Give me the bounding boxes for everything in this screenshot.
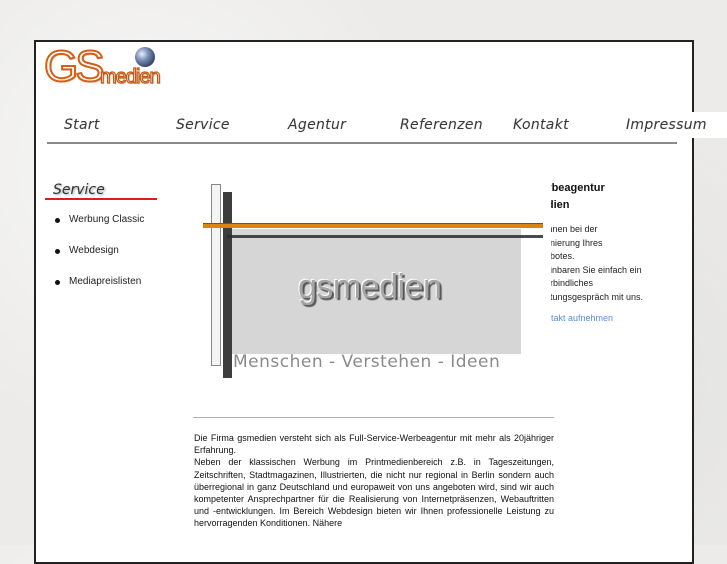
right-line: ebotes. — [551, 251, 575, 261]
hero-banner: gsmedien Menschen - Verstehen - Ideen — [203, 180, 543, 380]
globe-icon — [135, 47, 155, 67]
bullet-icon — [55, 280, 60, 285]
banner-slogan: Menschen - Verstehen - Ideen — [233, 352, 501, 372]
intro-paragraph-2: Neben der klassischen Werbung im Printme… — [194, 457, 554, 529]
nav-start[interactable]: Start — [64, 112, 100, 138]
right-line: einbaren Sie einfach ein — [551, 264, 642, 275]
right-line: Ihnen bei der — [551, 224, 598, 234]
intro-text: Die Firma gsmedien versteht sich als Ful… — [194, 432, 554, 530]
sidebar-item-label: Werbung Classic — [69, 214, 145, 225]
nav-service[interactable]: Service — [176, 112, 230, 138]
content-divider — [193, 417, 554, 418]
bullet-icon — [55, 249, 60, 254]
sidebar-heading-text: Service — [53, 182, 105, 198]
sidebar-list: Werbung Classic Webdesign Mediapreislist… — [55, 214, 144, 307]
sidebar-item-werbung-classic[interactable]: Werbung Classic — [55, 214, 144, 245]
sidebar-heading: Service — [45, 182, 157, 202]
sidebar-item-label: Webdesign — [69, 245, 119, 256]
sidebar-item-label: Mediapreislisten — [69, 276, 142, 287]
banner-brand-word: gsmedien — [298, 268, 442, 306]
right-line: atungsgespräch mit uns. — [551, 291, 644, 302]
right-line: erbindliches — [551, 278, 594, 288]
right-info-box: Werbeagentur medien Ihnen bei der enieru… — [551, 180, 686, 323]
right-line: enierung Ihres — [551, 237, 603, 248]
logo-gs: GS — [43, 42, 106, 91]
logo-medien: medien — [99, 66, 161, 88]
banner-post-light — [211, 184, 221, 366]
right-title-line1: Werbeagentur — [551, 182, 605, 194]
main-nav: Start Service Agentur Referenzen Kontakt… — [0, 112, 727, 138]
bullet-icon — [55, 218, 60, 223]
nav-kontakt[interactable]: Kontakt — [513, 112, 569, 138]
nav-impressum[interactable]: Impressum — [608, 112, 727, 138]
nav-agentur[interactable]: Agentur — [288, 112, 346, 138]
right-text: Ihnen bei der enierung Ihres ebotes. ein… — [551, 223, 686, 304]
nav-divider — [47, 142, 677, 144]
sidebar-heading-underline — [45, 198, 157, 200]
right-title-line2: medien — [551, 199, 570, 211]
right-title: Werbeagentur medien — [551, 180, 686, 214]
banner-post-dark — [223, 192, 232, 378]
banner-dark-bar — [227, 235, 543, 238]
contact-link[interactable]: takt aufnehmen — [551, 313, 686, 323]
nav-referenzen[interactable]: Referenzen — [400, 112, 483, 138]
sidebar-item-mediapreislisten[interactable]: Mediapreislisten — [55, 276, 144, 307]
logo[interactable]: GS medien — [43, 42, 164, 95]
banner-orange-bar — [203, 223, 543, 228]
sidebar-item-webdesign[interactable]: Webdesign — [55, 245, 144, 276]
intro-paragraph-1: Die Firma gsmedien versteht sich als Ful… — [194, 433, 554, 456]
